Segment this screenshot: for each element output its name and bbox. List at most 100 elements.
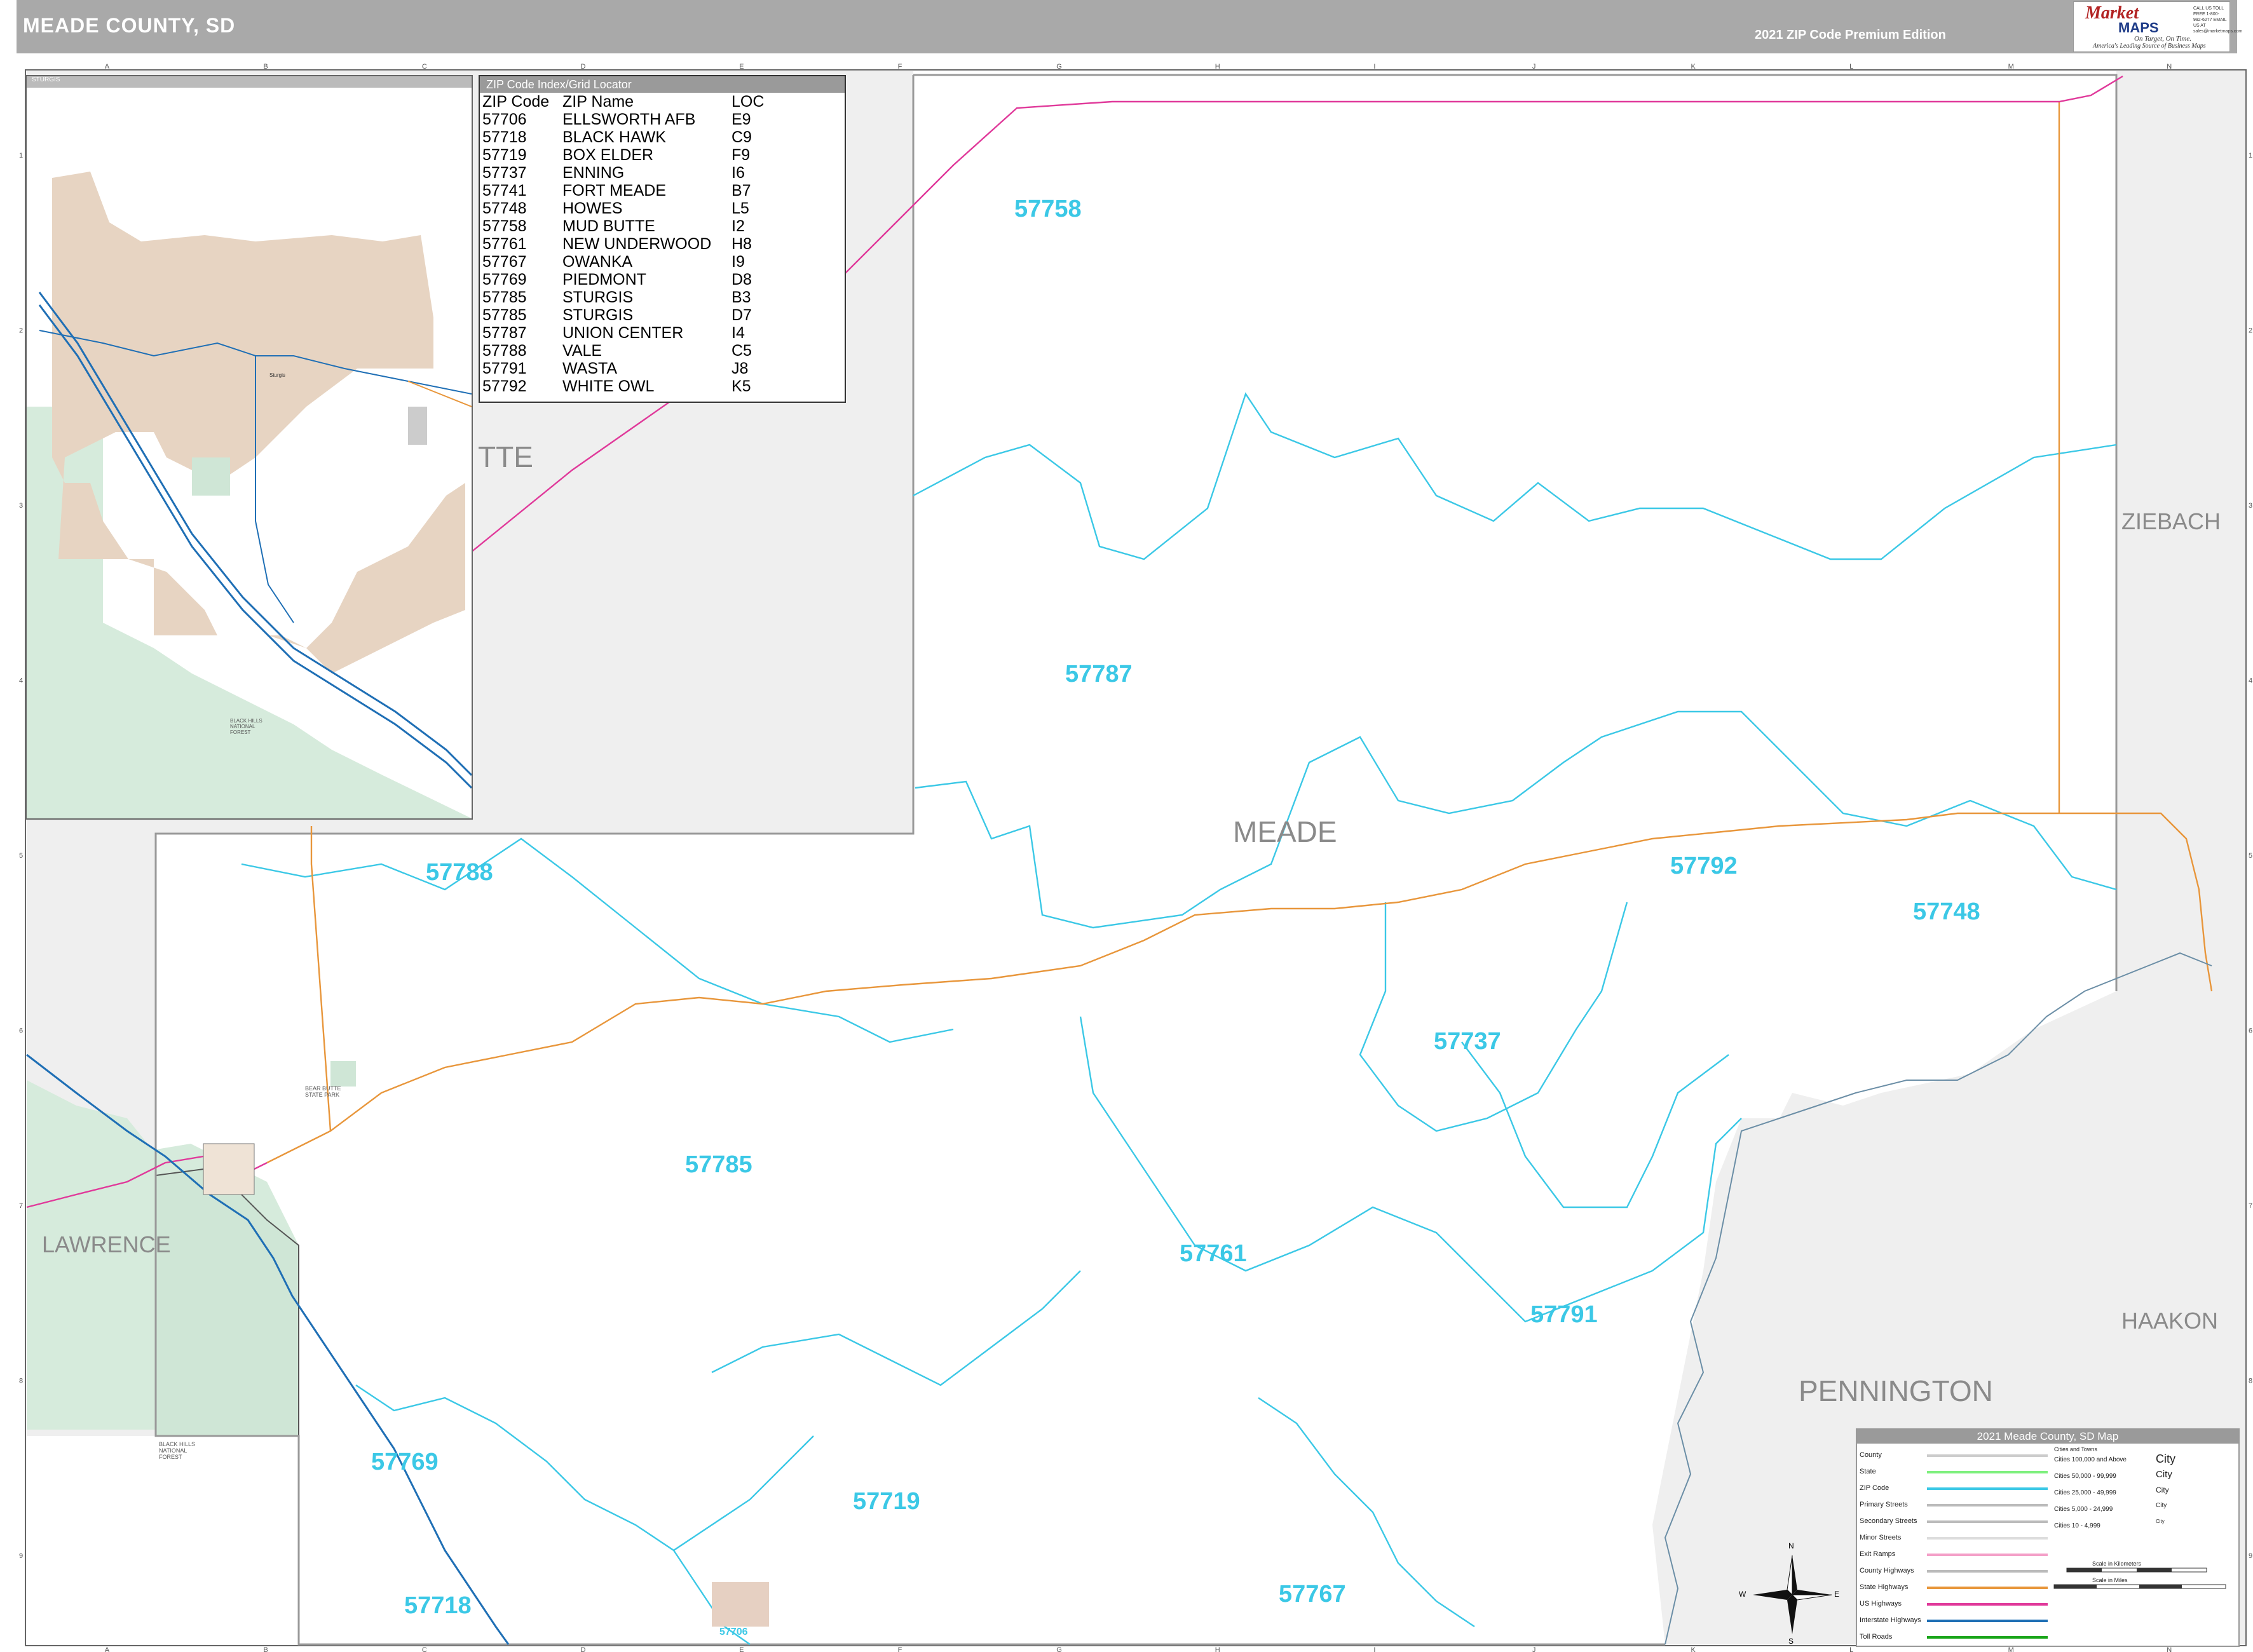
legend-scale-bars (2053, 1567, 2226, 1589)
sturgis-inset-map: STURGIS BLACK HILLS NATIONAL FOREST Stur… (25, 75, 473, 820)
zip-name-cell: BLACK HAWK (562, 128, 667, 146)
grid-row-label: 2 (19, 327, 23, 334)
zip-loc-cell: F9 (732, 146, 751, 164)
scale-bar-mi-segment (2054, 1585, 2097, 1588)
zip-code-cell: 57769 (482, 271, 527, 288)
grid-row-label: 5 (2249, 852, 2252, 860)
zip-label: 57767 (1279, 1581, 1346, 1608)
grid-column-label: C (422, 1646, 427, 1652)
zip-label: 57787 (1065, 661, 1133, 687)
zip-name-cell: MUD BUTTE (562, 217, 655, 235)
zip-label-small: 57706 (719, 1627, 748, 1637)
inset-svg (27, 172, 472, 818)
zip-index-row: 57748 HOWES L5 (482, 200, 768, 217)
scale-bar-km-segment (2137, 1568, 2172, 1572)
zip-code-cell: 57706 (482, 111, 527, 128)
zip-name-cell: NEW UNDERWOOD (562, 235, 712, 253)
zip-loc-cell: H8 (732, 235, 752, 253)
zip-index-row: 57737 ENNING I6 (482, 164, 768, 182)
zip-name-cell: VALE (562, 342, 602, 360)
grid-row-label: 8 (19, 1378, 23, 1385)
grid-column-label: M (2008, 1646, 2014, 1652)
zip-loc-cell: C9 (732, 128, 752, 146)
grid-column-label: E (739, 1646, 744, 1652)
grid-row-label: 4 (2249, 677, 2252, 684)
inset-park (192, 457, 230, 496)
zip-index-row: 57785 STURGIS D7 (482, 306, 768, 324)
zip-index-row: 57719 BOX ELDER F9 (482, 146, 768, 164)
inset-label-sturgis: Sturgis (269, 372, 285, 378)
zip-code-cell: 57761 (482, 235, 527, 253)
zip-name-cell: STURGIS (562, 288, 634, 306)
zip-loc-cell: I2 (732, 217, 745, 235)
compass-icon (1753, 1555, 1832, 1634)
zip-label: 57737 (1434, 1028, 1501, 1055)
county-label-haakon: HAAKON (2121, 1308, 2219, 1334)
zip-label: 57788 (426, 859, 493, 886)
zip-loc-cell: D7 (732, 306, 752, 324)
zip-index-header: ZIP Code Index/Grid Locator (480, 76, 845, 93)
zip-code-cell: 57791 (482, 360, 527, 377)
forest-label-black-hills: BLACK HILLS NATIONAL FOREST (159, 1441, 196, 1460)
zip-index-row: 57761 NEW UNDERWOOD H8 (482, 235, 768, 253)
zip-label: 57785 (685, 1151, 752, 1178)
grid-row-label: 1 (2249, 152, 2252, 159)
county-label-ziebach: ZIEBACH (2121, 508, 2221, 534)
zip-loc-cell: J8 (732, 360, 749, 377)
zip-code-cell: 57785 (482, 306, 527, 324)
zip-label: 57792 (1670, 853, 1738, 879)
zip-name-cell: ELLSWORTH AFB (562, 111, 696, 128)
col-header: ZIP Code (482, 93, 550, 111)
zip-code-cell: 57758 (482, 217, 527, 235)
zip-loc-cell: L5 (732, 200, 749, 217)
zip-label: 57718 (404, 1592, 472, 1619)
scale-bar-mi-segment (2139, 1585, 2182, 1588)
zip-code-cell: 57785 (482, 288, 527, 306)
zip-index-table: ZIP Code Index/Grid Locator ZIP Code ZIP… (479, 75, 846, 403)
zip-label: 57758 (1014, 196, 1082, 222)
grid-column-label: E (739, 63, 744, 71)
zip-name-cell: ENNING (562, 164, 625, 182)
zip-code-cell: 57792 (482, 377, 527, 395)
zip-index-grid: ZIP Code ZIP Name LOC 57706 ELLSWORTH AFB… (482, 93, 768, 395)
zip-index-row: 57787 UNION CENTER I4 (482, 324, 768, 342)
scale-bar-km-segment (2067, 1568, 2102, 1572)
zip-code-cell: 57719 (482, 146, 527, 164)
inset-orange-road (407, 381, 472, 407)
grid-row-label: 7 (2249, 1202, 2252, 1210)
zip-index-row: 57792 WHITE OWL K5 (482, 377, 768, 395)
zip-loc-cell: I4 (732, 324, 745, 342)
grid-column-label: N (2167, 63, 2172, 71)
grid-column-label: F (898, 63, 902, 71)
zip-loc-cell: C5 (732, 342, 752, 360)
grid-row-label: 9 (2249, 1552, 2252, 1560)
compass-w: W (1739, 1590, 1746, 1599)
county-label-pennington: PENNINGTON (1799, 1374, 1993, 1407)
zip-code-cell: 57788 (482, 342, 527, 360)
grid-column-label: C (422, 63, 427, 71)
county-label-butte: TTE (478, 440, 533, 473)
map-legend: 2021 Meade County, SD Map County State ZIP… (1856, 1428, 2240, 1647)
compass-rose: N S E W (1739, 1541, 1839, 1646)
grid-column-label: G (1056, 63, 1062, 71)
compass-s: S (1788, 1637, 1794, 1646)
grid-column-label: I (1373, 63, 1375, 71)
grid-column-label: J (1532, 1646, 1536, 1652)
zip-index-row: 57706 ELLSWORTH AFB E9 (482, 111, 768, 128)
zip-index-row: 57767 OWANKA I9 (482, 253, 768, 271)
zip-name-cell: WHITE OWL (562, 377, 655, 395)
zip-loc-cell: B7 (732, 182, 751, 200)
county-label-meade: MEADE (1233, 815, 1337, 848)
grid-row-label: 6 (2249, 1027, 2252, 1035)
grid-column-label: N (2167, 1646, 2172, 1652)
zip-name-cell: PIEDMONT (562, 271, 646, 288)
zip-code-cell: 57748 (482, 200, 527, 217)
grid-row-label: 6 (19, 1027, 23, 1035)
zip-label: 57769 (371, 1449, 439, 1475)
sturgis-area (203, 1143, 255, 1195)
zip-name-cell: UNION CENTER (562, 324, 684, 342)
grid-row-label: 8 (2249, 1378, 2252, 1385)
zip-index-row: 57758 MUD BUTTE I2 (482, 217, 768, 235)
grid-column-label: B (263, 1646, 268, 1652)
grid-column-label: K (1691, 63, 1696, 71)
